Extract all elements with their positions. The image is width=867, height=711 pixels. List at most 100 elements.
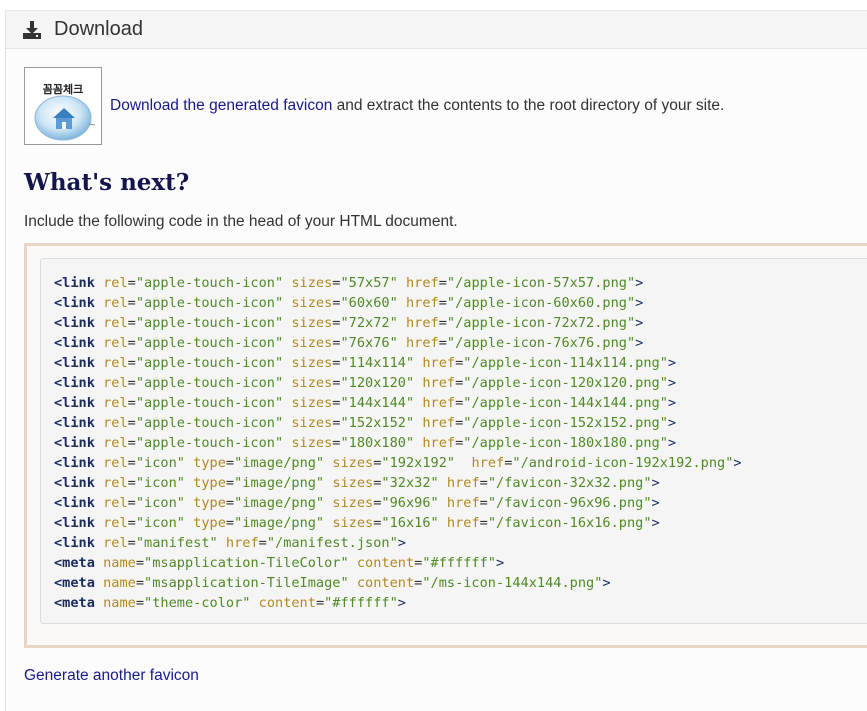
code-attr-value: "114x114" (340, 355, 415, 371)
code-attr-value: "apple-touch-icon" (135, 275, 284, 291)
code-attr-name: rel (103, 415, 128, 431)
code-tag: <link (54, 315, 95, 331)
code-attr-value: "152x152" (340, 415, 415, 431)
intro-text: Include the following code in the head o… (24, 213, 458, 230)
code-attr-name: href (446, 475, 480, 491)
code-tag: <link (54, 275, 95, 291)
code-attr-name: sizes (291, 335, 333, 351)
code-equals: = (127, 435, 136, 451)
code-attr-name: rel (103, 475, 128, 491)
code-attr-name: href (422, 375, 456, 391)
favicon-row: 꼼꼼체크 Download the generated favicon and … (24, 67, 724, 145)
code-equals: = (127, 335, 136, 351)
code-line: <link rel="icon" type="image/png" sizes=… (54, 453, 867, 473)
house-icon (34, 95, 95, 141)
code-tag-close: > (667, 375, 677, 391)
code-equals: = (127, 515, 136, 531)
code-tag: <link (54, 335, 95, 351)
code-attr-name: sizes (291, 315, 333, 331)
code-attr-value: "apple-touch-icon" (135, 335, 284, 351)
code-tag: <link (54, 535, 95, 551)
code-attr-name: href (422, 435, 456, 451)
code-attr-value: "theme-color" (144, 595, 251, 611)
code-attr-value: "apple-touch-icon" (135, 295, 284, 311)
code-equals: = (479, 515, 488, 531)
code-attr-value: "image/png" (234, 495, 325, 511)
code-attr-name: rel (103, 295, 128, 311)
code-attr-value: "apple-touch-icon" (135, 375, 284, 391)
code-tag: <meta (54, 555, 95, 571)
code-tag-close: > (651, 515, 660, 531)
code-line: <link rel="icon" type="image/png" sizes=… (54, 493, 867, 513)
panel-title: Download (54, 18, 143, 40)
code-attr-name: href (405, 295, 439, 311)
code-tag-close: > (667, 355, 677, 371)
code-attr-value: "120x120" (340, 375, 415, 391)
code-attr-name: rel (103, 435, 128, 451)
code-attr-value: "/apple-icon-57x57.png" (446, 275, 636, 291)
code-attr-value: "/favicon-96x96.png" (487, 495, 652, 511)
whats-next-heading: What's next? (24, 169, 190, 196)
code-attr-name: rel (103, 355, 128, 371)
code-attr-value: "manifest" (135, 535, 218, 551)
code-tag-close: > (397, 595, 406, 611)
code-tag: <link (54, 415, 95, 431)
code-attr-value: "#ffffff" (422, 555, 496, 571)
code-equals: = (127, 455, 136, 471)
code-attr-name: sizes (291, 395, 333, 411)
code-attr-name: content (356, 555, 415, 571)
code-equals: = (135, 575, 145, 591)
code-attr-name: href (422, 415, 456, 431)
code-attr-value: "icon" (135, 455, 185, 471)
code-attr-value: "apple-touch-icon" (135, 435, 284, 451)
code-equals: = (438, 315, 447, 331)
code-attr-value: "icon" (135, 495, 185, 511)
code-attr-value: "76x76" (340, 335, 398, 351)
code-attr-name: rel (103, 515, 128, 531)
code-attr-value: "#ffffff" (324, 595, 398, 611)
panel-header: Download (6, 11, 867, 49)
code-attr-value: "/apple-icon-60x60.png" (446, 295, 636, 311)
code-equals: = (479, 495, 488, 511)
code-line: <link rel="apple-touch-icon" sizes="72x7… (54, 313, 867, 333)
code-tag-close: > (667, 435, 677, 451)
code-line: <link rel="icon" type="image/png" sizes=… (54, 513, 867, 533)
code-line: <link rel="apple-touch-icon" sizes="120x… (54, 373, 867, 393)
code-tag: <meta (54, 575, 95, 591)
code-attr-name: href (405, 275, 439, 291)
code-attr-name: href (422, 355, 456, 371)
code-attr-value: "/apple-icon-144x144.png" (463, 395, 668, 411)
code-attr-name: sizes (332, 515, 374, 531)
code-attr-value: "57x57" (340, 275, 398, 291)
code-equals: = (127, 295, 136, 311)
download-icon (23, 20, 41, 39)
code-tag-close: > (635, 315, 644, 331)
code-attr-name: href (471, 455, 505, 471)
code-attr-value: "apple-touch-icon" (135, 395, 284, 411)
code-attr-value: "apple-touch-icon" (135, 355, 284, 371)
code-attr-name: sizes (291, 415, 333, 431)
code-attr-value: "apple-touch-icon" (135, 415, 284, 431)
code-attr-value: "/apple-icon-180x180.png" (463, 435, 668, 451)
code-attr-value: "32x32" (381, 475, 439, 491)
code-attr-value: "icon" (135, 515, 185, 531)
code-line: <link rel="apple-touch-icon" sizes="114x… (54, 353, 867, 373)
code-tag: <link (54, 495, 95, 511)
generate-another-favicon-link[interactable]: Generate another favicon (24, 667, 199, 685)
code-attr-name: type (193, 455, 226, 471)
code-block[interactable]: <link rel="apple-touch-icon" sizes="57x5… (40, 258, 867, 624)
code-attr-value: "96x96" (381, 495, 439, 511)
download-favicon-link[interactable]: Download the generated favicon (110, 97, 332, 114)
code-attr-name: rel (103, 315, 128, 331)
code-attr-name: name (103, 595, 136, 611)
code-attr-value: "image/png" (234, 475, 325, 491)
code-tag-close: > (667, 395, 677, 411)
code-attr-name: rel (103, 495, 128, 511)
code-attr-name: sizes (332, 495, 374, 511)
code-attr-value: "144x144" (340, 395, 415, 411)
code-attr-name: href (405, 335, 439, 351)
code-tag-close: > (733, 455, 742, 471)
code-attr-name: name (103, 555, 136, 571)
code-container: <link rel="apple-touch-icon" sizes="57x5… (24, 243, 867, 648)
code-attr-name: href (225, 535, 259, 551)
